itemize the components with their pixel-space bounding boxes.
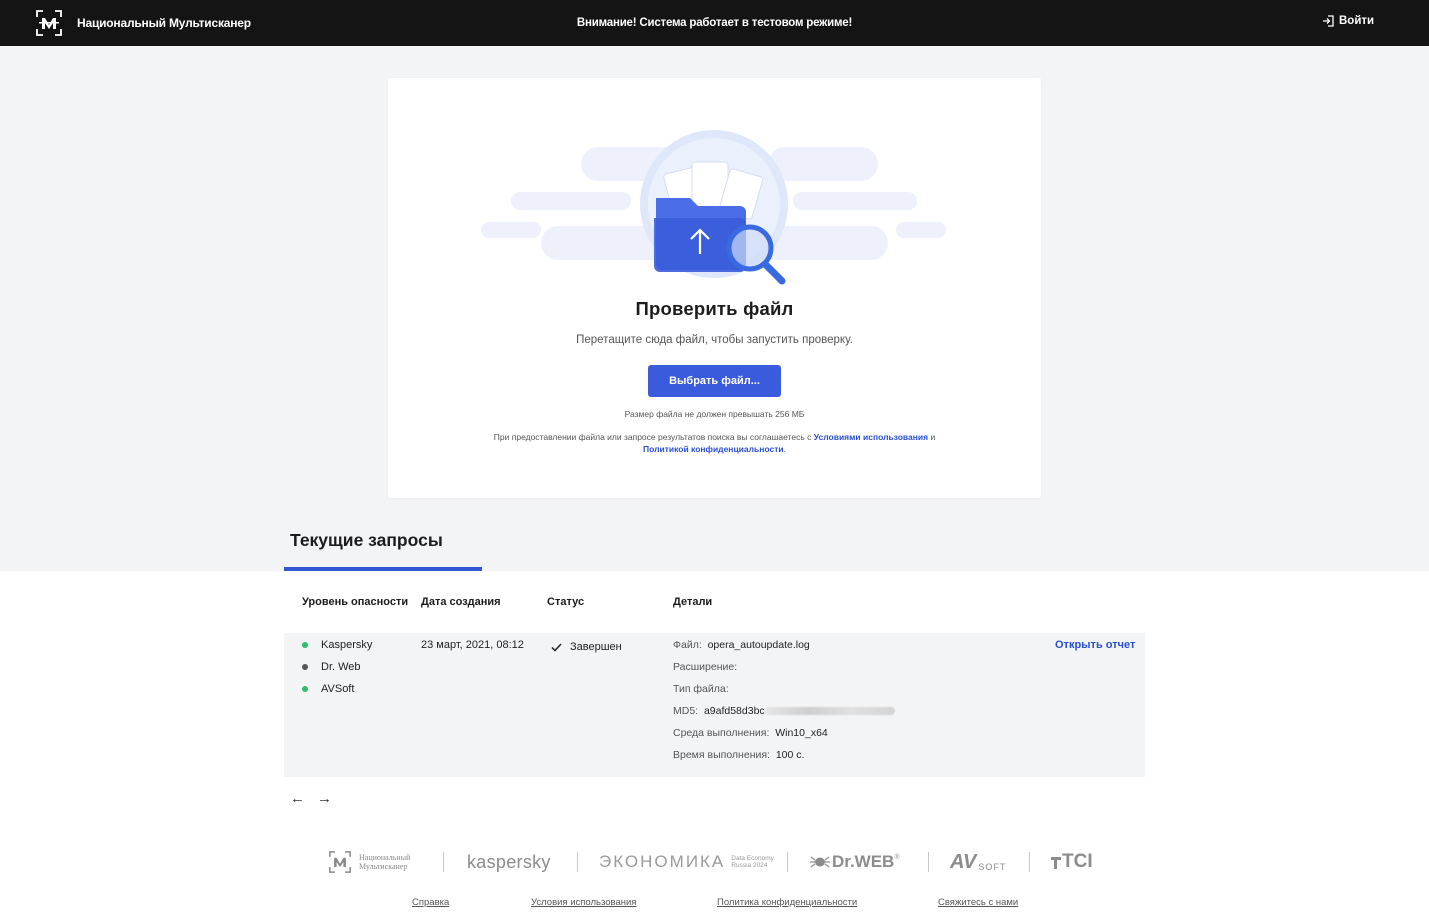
active-tab-indicator xyxy=(284,567,482,571)
status-dot-clean xyxy=(302,642,308,648)
open-report-link[interactable]: Открыть отчет xyxy=(1055,639,1135,651)
created-date: 23 март, 2021, 08:12 xyxy=(421,639,524,651)
detail-environment: Среда выполнения: Win10_x64 xyxy=(673,727,828,739)
engine-drweb: Dr. Web xyxy=(302,661,361,673)
column-header-created-date: Дата создания xyxy=(421,596,501,608)
partner-drweb[interactable]: Dr.WEB ® xyxy=(810,848,900,876)
engine-avsoft: AVSoft xyxy=(302,683,354,695)
footer-link-contact[interactable]: Свяжитесь с нами xyxy=(938,897,1018,908)
detail-extension: Расширение: xyxy=(673,661,738,673)
drweb-spider-icon xyxy=(810,856,830,868)
partner-national-multiscanner[interactable]: Национальный Мультисканер xyxy=(329,848,410,876)
status-value: Завершен xyxy=(570,641,622,653)
footer-separator xyxy=(787,852,788,872)
footer-link-help[interactable]: Справка xyxy=(412,897,449,908)
next-page-button[interactable]: → xyxy=(317,790,332,807)
top-header: Национальный Мультисканер Внимание! Сист… xyxy=(0,0,1429,46)
partner-tci[interactable]: TCI xyxy=(1051,848,1093,876)
detail-file-type: Тип файла: xyxy=(673,683,729,695)
detail-file: Файл: opera_autoupdate.log xyxy=(673,639,810,651)
multiscanner-logo-icon xyxy=(329,851,351,873)
status-dot-neutral xyxy=(302,664,308,670)
terms-note: При предоставлении файла или запросе рез… xyxy=(493,432,936,454)
login-label: Войти xyxy=(1339,15,1375,27)
file-size-note: Размер файла не должен превышать 256 МБ xyxy=(624,409,805,419)
detail-md5: MD5: a9afd58d3bc xyxy=(673,705,895,717)
check-icon xyxy=(551,642,562,652)
upload-subtitle: Перетащите сюда файл, чтобы запустить пр… xyxy=(576,334,853,346)
column-header-details: Детали xyxy=(673,596,713,608)
upload-dropzone[interactable]: Проверить файл Перетащите сюда файл, что… xyxy=(388,78,1041,498)
partner-avsoft[interactable]: AV SOFT xyxy=(950,848,1006,876)
tci-logo-icon xyxy=(1051,857,1061,869)
footer-separator xyxy=(577,852,578,872)
prev-page-button[interactable]: ← xyxy=(290,790,305,807)
engine-kaspersky: Kaspersky xyxy=(302,639,372,651)
terms-of-use-link[interactable]: Условиями использования xyxy=(814,432,928,442)
footer-separator xyxy=(443,852,444,872)
choose-file-button[interactable]: Выбрать файл... xyxy=(648,365,781,397)
upload-title: Проверить файл xyxy=(635,298,794,319)
status-dot-clean xyxy=(302,686,308,692)
column-header-status: Статус xyxy=(547,596,585,608)
footer-link-terms[interactable]: Условия использования xyxy=(531,897,636,908)
footer-link-privacy[interactable]: Политика конфиденциальности xyxy=(717,897,857,908)
tab-current-requests[interactable]: Текущие запросы xyxy=(290,530,443,551)
md5-redacted xyxy=(764,707,895,716)
detail-execution-time: Время выполнения: 100 с. xyxy=(673,749,805,761)
footer-separator xyxy=(928,852,929,872)
table-row: Kaspersky Dr. Web AVSoft 23 март, 2021, … xyxy=(284,633,1145,777)
footer-separator xyxy=(1029,852,1030,872)
login-button[interactable]: Войти xyxy=(1322,15,1374,27)
test-mode-notice: Внимание! Система работает в тестовом ре… xyxy=(576,17,853,29)
status-cell: Завершен xyxy=(551,641,622,653)
partner-data-economy[interactable]: ЭКОНОМИКА Data Economy Russia 2024 xyxy=(599,848,774,876)
privacy-policy-link[interactable]: Политикой конфиденциальности xyxy=(643,444,784,454)
column-header-threat-level: Уровень опасности xyxy=(302,596,409,608)
partner-kaspersky[interactable]: kaspersky xyxy=(467,848,551,876)
login-icon xyxy=(1323,15,1334,27)
